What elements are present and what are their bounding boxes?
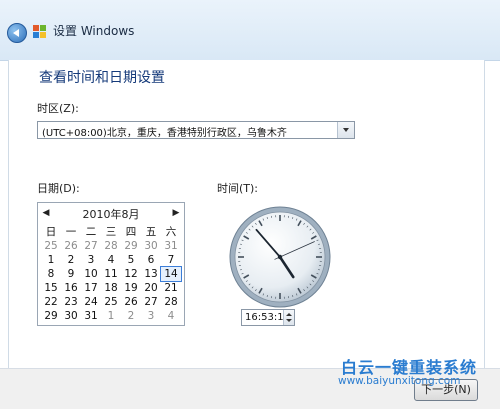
calendar-day[interactable]: 23	[61, 295, 81, 309]
calendar-week-row: 22232425262728	[41, 295, 181, 309]
weekday-label: 五	[141, 225, 161, 239]
calendar-day[interactable]: 25	[101, 295, 121, 309]
calendar-day[interactable]: 2	[121, 309, 141, 323]
calendar-day[interactable]: 4	[161, 309, 181, 323]
calendar-day[interactable]: 29	[41, 309, 61, 323]
calendar-day[interactable]: 1	[101, 309, 121, 323]
weekday-label: 六	[161, 225, 181, 239]
calendar-day[interactable]: 25	[41, 239, 61, 253]
calendar-day[interactable]: 27	[81, 239, 101, 253]
calendar-day[interactable]: 22	[41, 295, 61, 309]
calendar-day[interactable]: 17	[81, 281, 101, 295]
calendar-day[interactable]: 24	[81, 295, 101, 309]
calendar-weekday-row: 日一二三四五六	[41, 225, 181, 239]
date-label: 日期(D):	[37, 180, 80, 196]
calendar-day[interactable]: 20	[141, 281, 161, 295]
calendar-day[interactable]: 1	[41, 253, 61, 267]
calendar-day[interactable]: 28	[161, 295, 181, 309]
analog-clock	[227, 204, 333, 310]
weekday-label: 四	[121, 225, 141, 239]
calendar-week-row: 1234567	[41, 253, 181, 267]
calendar-day[interactable]: 21	[161, 281, 181, 295]
weekday-label: 二	[81, 225, 101, 239]
calendar-week-row: 25262728293031	[41, 239, 181, 253]
time-input[interactable]: 16:53:11	[241, 309, 295, 326]
calendar-day[interactable]: 4	[101, 253, 121, 267]
calendar-week-row: 891011121314	[41, 267, 181, 281]
weekday-label: 一	[61, 225, 81, 239]
window-title: 设置 Windows	[53, 23, 134, 39]
weekday-label: 三	[101, 225, 121, 239]
date-calendar[interactable]: ◀ 2010年8月 ▶ 日一二三四五六252627282930311234567…	[37, 202, 185, 326]
calendar-month-title[interactable]: 2010年8月	[38, 206, 184, 222]
calendar-week-row: 15161718192021	[41, 281, 181, 295]
calendar-day[interactable]: 29	[121, 239, 141, 253]
calendar-day[interactable]: 27	[141, 295, 161, 309]
calendar-day[interactable]: 13	[141, 267, 161, 281]
calendar-day[interactable]: 6	[141, 253, 161, 267]
calendar-week-row: 2930311234	[41, 309, 181, 323]
calendar-day[interactable]: 26	[121, 295, 141, 309]
spin-up-icon[interactable]	[286, 313, 292, 316]
calendar-day[interactable]: 30	[61, 309, 81, 323]
calendar-day[interactable]: 26	[61, 239, 81, 253]
calendar-day[interactable]: 30	[141, 239, 161, 253]
time-spinner[interactable]	[283, 310, 294, 325]
calendar-day[interactable]: 11	[101, 267, 121, 281]
title-bar: 设置 Windows	[0, 0, 500, 61]
calendar-day[interactable]: 3	[81, 253, 101, 267]
calendar-day[interactable]: 31	[81, 309, 101, 323]
calendar-day[interactable]: 12	[121, 267, 141, 281]
time-label: 时间(T):	[217, 180, 258, 196]
windows-setup-icon	[33, 25, 47, 38]
calendar-day[interactable]: 10	[81, 267, 101, 281]
main-panel: 查看时间和日期设置 时区(Z): (UTC+08:00)北京，重庆，香港特别行政…	[8, 60, 485, 368]
watermark-url: www.baiyunxitong.com	[338, 375, 460, 387]
calendar-day[interactable]: 7	[161, 253, 181, 267]
timezone-select[interactable]: (UTC+08:00)北京，重庆，香港特别行政区，乌鲁木齐	[37, 121, 355, 139]
timezone-label: 时区(Z):	[37, 100, 79, 116]
calendar-day[interactable]: 31	[161, 239, 181, 253]
next-month-icon[interactable]: ▶	[171, 207, 181, 219]
timezone-value: (UTC+08:00)北京，重庆，香港特别行政区，乌鲁木齐	[42, 124, 287, 139]
calendar-day[interactable]: 28	[101, 239, 121, 253]
calendar-day[interactable]: 8	[41, 267, 61, 281]
calendar-day[interactable]: 9	[61, 267, 81, 281]
calendar-day[interactable]: 15	[41, 281, 61, 295]
calendar-day[interactable]: 18	[101, 281, 121, 295]
calendar-day[interactable]: 5	[121, 253, 141, 267]
calendar-day[interactable]: 3	[141, 309, 161, 323]
weekday-label: 日	[41, 225, 61, 239]
spin-down-icon[interactable]	[286, 319, 292, 322]
back-arrow-icon[interactable]	[7, 23, 27, 43]
dropdown-arrow-icon[interactable]	[337, 122, 354, 138]
calendar-day[interactable]: 2	[61, 253, 81, 267]
calendar-grid: 日一二三四五六252627282930311234567891011121314…	[41, 225, 181, 323]
clock-center	[278, 255, 282, 259]
calendar-day[interactable]: 19	[121, 281, 141, 295]
page-title: 查看时间和日期设置	[39, 67, 165, 87]
calendar-day[interactable]: 16	[61, 281, 81, 295]
calendar-header: ◀ 2010年8月 ▶	[38, 206, 184, 222]
calendar-day-selected[interactable]: 14	[161, 267, 181, 281]
